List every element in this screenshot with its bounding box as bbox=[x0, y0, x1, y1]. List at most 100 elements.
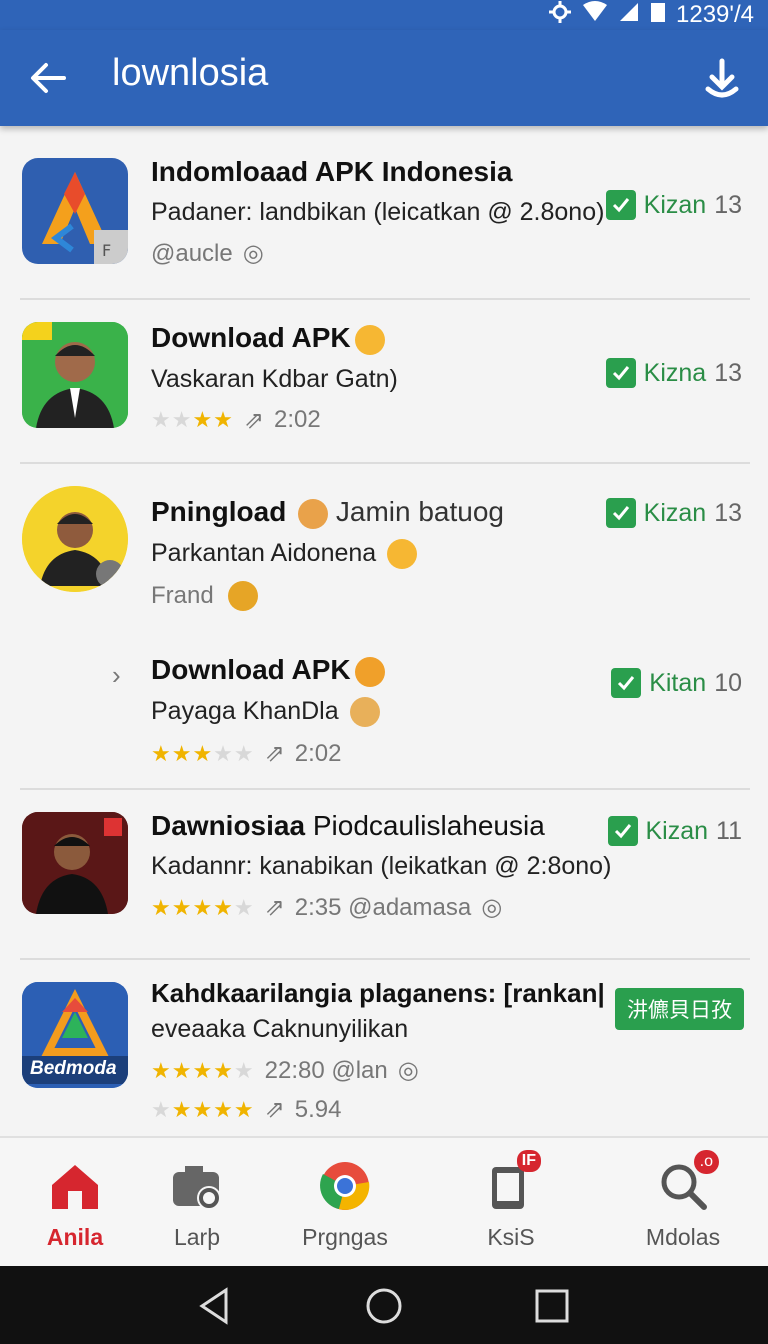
rating-stars: ★★★★★ bbox=[151, 740, 255, 766]
svg-text:F: F bbox=[102, 241, 111, 260]
wifi-icon bbox=[582, 0, 608, 30]
status-time: 1239'/4 bbox=[676, 1, 754, 28]
page-title: lownlosia bbox=[112, 52, 269, 94]
emoji-icon bbox=[298, 498, 329, 529]
download-icon bbox=[705, 58, 739, 98]
badge-count: 13 bbox=[714, 498, 742, 527]
badge-label: Kizna bbox=[643, 358, 707, 387]
nav-label: Larþ bbox=[173, 1224, 221, 1250]
nav-label: Anila bbox=[46, 1224, 104, 1250]
nav-item-search[interactable]: .o Mdolas bbox=[608, 1150, 758, 1251]
item-meta: Frand bbox=[151, 582, 214, 609]
home-icon bbox=[45, 1156, 105, 1216]
share-icon: ⇗ bbox=[264, 894, 285, 921]
item-meta: 2:35 @adamasa bbox=[294, 893, 472, 921]
app-icon: F bbox=[22, 158, 128, 264]
divider bbox=[20, 958, 750, 960]
verified-badge: Kizna 13 bbox=[605, 358, 742, 388]
rating-stars: ★★★★★ bbox=[151, 894, 255, 920]
nav-item-camera[interactable]: Larþ bbox=[122, 1156, 272, 1251]
check-icon bbox=[605, 358, 636, 388]
nav-label: Mdolas bbox=[645, 1224, 721, 1250]
badge-label: Kitan bbox=[649, 668, 707, 697]
emoji-icon bbox=[354, 656, 385, 687]
phone-icon: IF bbox=[481, 1150, 541, 1216]
check-icon bbox=[605, 190, 636, 220]
smile-emoji-icon bbox=[354, 324, 385, 355]
item-text: Indomloaad APK Indonesia Padaner: landbi… bbox=[151, 156, 611, 268]
app-bar: lownlosia bbox=[0, 30, 768, 126]
bottom-navigation: Anila Larþ Prgngas IF KsiS .o Mdolas bbox=[0, 1136, 768, 1266]
item-meta: @aucle bbox=[151, 239, 233, 267]
item-subtitle: Padaner: landbikan (leicatkan @ 2.8ono) bbox=[151, 198, 605, 226]
item-subtitle: Payaga KhanDla bbox=[151, 696, 339, 725]
chevron-right-icon: › bbox=[112, 660, 121, 690]
battery-icon bbox=[650, 1, 666, 30]
search-icon: .o bbox=[653, 1150, 719, 1216]
item-meta: 22:80 @lan bbox=[264, 1056, 388, 1084]
verified-badge: Kizan 11 bbox=[607, 816, 742, 846]
camera-icon bbox=[167, 1156, 227, 1216]
android-icon: ◎ bbox=[242, 240, 264, 267]
wink-emoji-icon bbox=[387, 539, 418, 569]
list-item[interactable]: Download APK Vaskaran Kdbar Gatn) ★★★★ ⇗… bbox=[0, 318, 768, 458]
item-title: Indomloaad APK Indonesia bbox=[151, 156, 513, 187]
back-button[interactable] bbox=[24, 54, 72, 102]
app-icon bbox=[22, 812, 128, 914]
nav-label: Prgngas bbox=[302, 1224, 388, 1250]
rating-stars: ★★★★★ bbox=[151, 1057, 255, 1083]
item-meta-secondary: 5.94 bbox=[294, 1095, 342, 1123]
item-subtitle: Vaskaran Kdbar Gatn) bbox=[151, 364, 398, 393]
recents-system-button[interactable] bbox=[532, 1286, 572, 1326]
check-icon bbox=[607, 816, 638, 846]
share-icon: ⇗ bbox=[264, 740, 285, 767]
status-bar: 1239'/4 bbox=[0, 0, 768, 30]
download-button[interactable] bbox=[698, 54, 746, 102]
list-item[interactable]: F Indomloaad APK Indonesia Padaner: land… bbox=[0, 152, 768, 292]
divider bbox=[20, 788, 750, 790]
rating-stars-secondary: ★★★★★ bbox=[151, 1096, 255, 1122]
back-system-button[interactable] bbox=[196, 1286, 236, 1326]
item-text: Download APK Payaga KhanDla ★★★★★ ⇗ 2:02 bbox=[151, 654, 611, 768]
triangle-back-icon bbox=[199, 1287, 228, 1325]
app-icon bbox=[22, 486, 128, 592]
emoji-icon bbox=[227, 581, 258, 611]
list-item[interactable]: Bedmoda Kahdkaarilangia plaganens: [rank… bbox=[0, 978, 768, 1136]
item-title: Download APK bbox=[151, 654, 351, 685]
app-icon: Bedmoda bbox=[22, 982, 128, 1088]
square-recents-icon bbox=[535, 1289, 569, 1323]
app-icon bbox=[22, 322, 128, 428]
home-system-button[interactable] bbox=[364, 1286, 404, 1326]
rating-stars: ★★★★ bbox=[151, 407, 234, 433]
emoji-icon bbox=[349, 697, 380, 727]
item-text: Kahdkaarilangia plaganens: [rankan| evea… bbox=[151, 978, 621, 1124]
verified-badge: Kitan 10 bbox=[611, 668, 742, 698]
item-title: Dawniosiaa bbox=[151, 810, 306, 841]
list-item[interactable]: Pningload Jamin batuog Parkantan Aidonen… bbox=[0, 486, 768, 616]
badge-count: 13 bbox=[714, 190, 742, 219]
list-item[interactable]: › Download APK Payaga KhanDla ★★★★★ ⇗ 2:… bbox=[0, 650, 768, 780]
notification-badge: IF bbox=[516, 1150, 541, 1172]
circle-home-icon bbox=[366, 1288, 402, 1324]
item-meta: 2:02 bbox=[274, 406, 321, 434]
status-badge: 汫儦貝日孜 bbox=[615, 988, 744, 1030]
item-text: Dawniosiaa Piodcaulislaheusia Kadannr: k… bbox=[151, 810, 611, 922]
check-icon bbox=[605, 498, 636, 528]
back-arrow-icon bbox=[31, 63, 66, 93]
badge-label: Kizan bbox=[643, 498, 707, 527]
share-icon: ⇗ bbox=[264, 1096, 285, 1123]
app-list: F Indomloaad APK Indonesia Padaner: land… bbox=[0, 126, 768, 1136]
badge-count: 11 bbox=[716, 816, 742, 845]
list-item[interactable]: Dawniosiaa Piodcaulislaheusia Kadannr: k… bbox=[0, 810, 768, 940]
nav-item-phone[interactable]: IF KsiS bbox=[436, 1150, 586, 1251]
nav-item-browser[interactable]: Prgngas bbox=[270, 1156, 420, 1251]
badge-label: Kizan bbox=[643, 190, 707, 219]
badge-label: Kizan bbox=[645, 816, 709, 845]
chrome-icon bbox=[315, 1156, 375, 1216]
verified-badge: Kizan 13 bbox=[605, 190, 742, 220]
item-subtitle: Parkantan Aidonena bbox=[151, 538, 377, 567]
item-title: Download APK bbox=[151, 322, 351, 353]
badge-count: 10 bbox=[714, 668, 742, 697]
divider bbox=[20, 298, 750, 300]
item-text: Download APK Vaskaran Kdbar Gatn) ★★★★ ⇗… bbox=[151, 322, 611, 435]
